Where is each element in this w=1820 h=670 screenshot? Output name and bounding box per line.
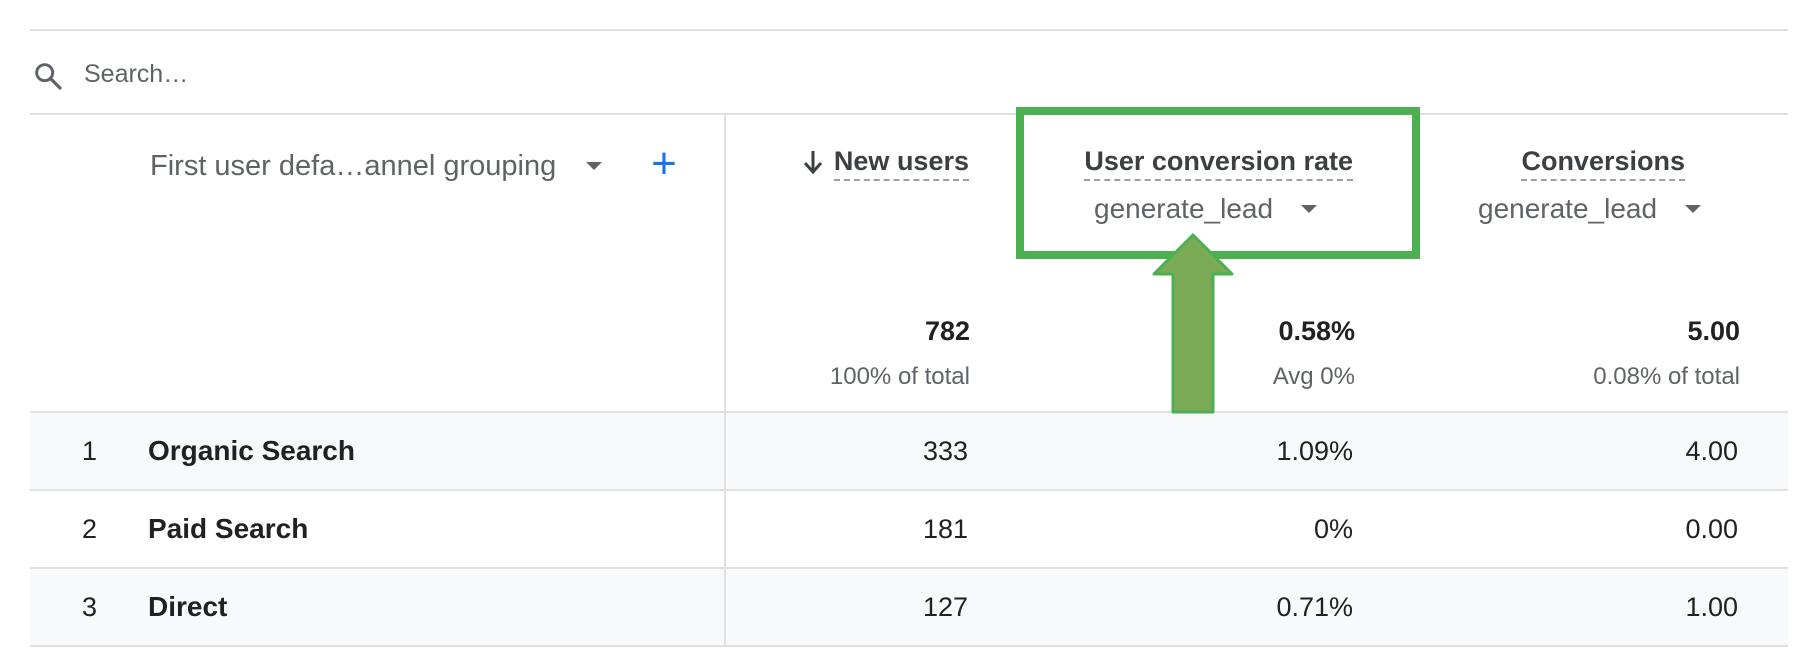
- row-index: 3: [82, 592, 98, 622]
- plus-icon[interactable]: +: [646, 142, 682, 186]
- annotation-highlight-box: [1016, 107, 1420, 259]
- bottom-divider: [30, 645, 1788, 647]
- row-channel: Organic Search: [148, 435, 355, 466]
- dimension-column-divider: [724, 114, 726, 646]
- column-header-conversions[interactable]: Conversions: [1521, 145, 1685, 181]
- total-conversion-rate-sub: Avg 0%: [1272, 363, 1355, 390]
- table-row[interactable]: 1 Organic Search 333 1.09% 4.00: [30, 413, 1788, 489]
- top-divider: [30, 29, 1788, 31]
- total-conversion-rate: 0.58%: [1278, 316, 1355, 346]
- row-conversions: 4.00: [1685, 436, 1738, 466]
- search-icon: [35, 63, 62, 90]
- column-header-user-conversion-rate[interactable]: User conversion rate: [1084, 145, 1353, 181]
- event-selector-conversion-rate[interactable]: generate_lead: [1094, 190, 1318, 228]
- column-header-new-users[interactable]: New users: [802, 145, 969, 181]
- dimension-label: First user defa…annel grouping: [150, 149, 557, 182]
- row-conversion-rate: 1.09%: [1276, 436, 1353, 466]
- total-conversions: 5.00: [1687, 316, 1740, 346]
- event-selector-label: generate_lead: [1094, 193, 1274, 224]
- row-conversions: 1.00: [1685, 592, 1738, 622]
- caret-down-icon: [1301, 205, 1318, 213]
- total-new-users: 782: [924, 316, 970, 346]
- row-index: 2: [82, 514, 98, 544]
- row-new-users: 333: [922, 436, 968, 466]
- metric-name-user-conversion-rate[interactable]: User conversion rate: [1084, 145, 1353, 181]
- event-selector-label: generate_lead: [1478, 193, 1658, 224]
- row-conversion-rate: 0%: [1313, 514, 1353, 544]
- search-divider: [30, 113, 1788, 115]
- row-new-users: 181: [922, 514, 968, 544]
- row-channel: Direct: [148, 591, 228, 622]
- row-conversion-rate: 0.71%: [1276, 592, 1353, 622]
- row-index: 1: [82, 436, 98, 466]
- table-row[interactable]: 3 Direct 127 0.71% 1.00: [30, 569, 1788, 645]
- event-selector-conversions[interactable]: generate_lead: [1478, 190, 1702, 228]
- total-conversions-sub: 0.08% of total: [1593, 363, 1740, 390]
- arrow-down-icon: [803, 151, 823, 175]
- row-new-users: 127: [922, 592, 968, 622]
- annotation-arrow-up-icon: [1152, 233, 1234, 414]
- caret-down-icon: [1685, 205, 1702, 213]
- table-row[interactable]: 2 Paid Search 181 0% 0.00: [30, 491, 1788, 567]
- metric-name-conversions[interactable]: Conversions: [1521, 145, 1685, 181]
- caret-down-icon: [586, 162, 603, 170]
- search-input[interactable]: [84, 52, 684, 96]
- row-conversions: 0.00: [1685, 514, 1738, 544]
- dimension-selector[interactable]: First user defa…annel grouping: [150, 144, 603, 188]
- total-new-users-sub: 100% of total: [829, 363, 970, 390]
- metric-name-new-users[interactable]: New users: [833, 145, 969, 181]
- row-channel: Paid Search: [148, 513, 309, 544]
